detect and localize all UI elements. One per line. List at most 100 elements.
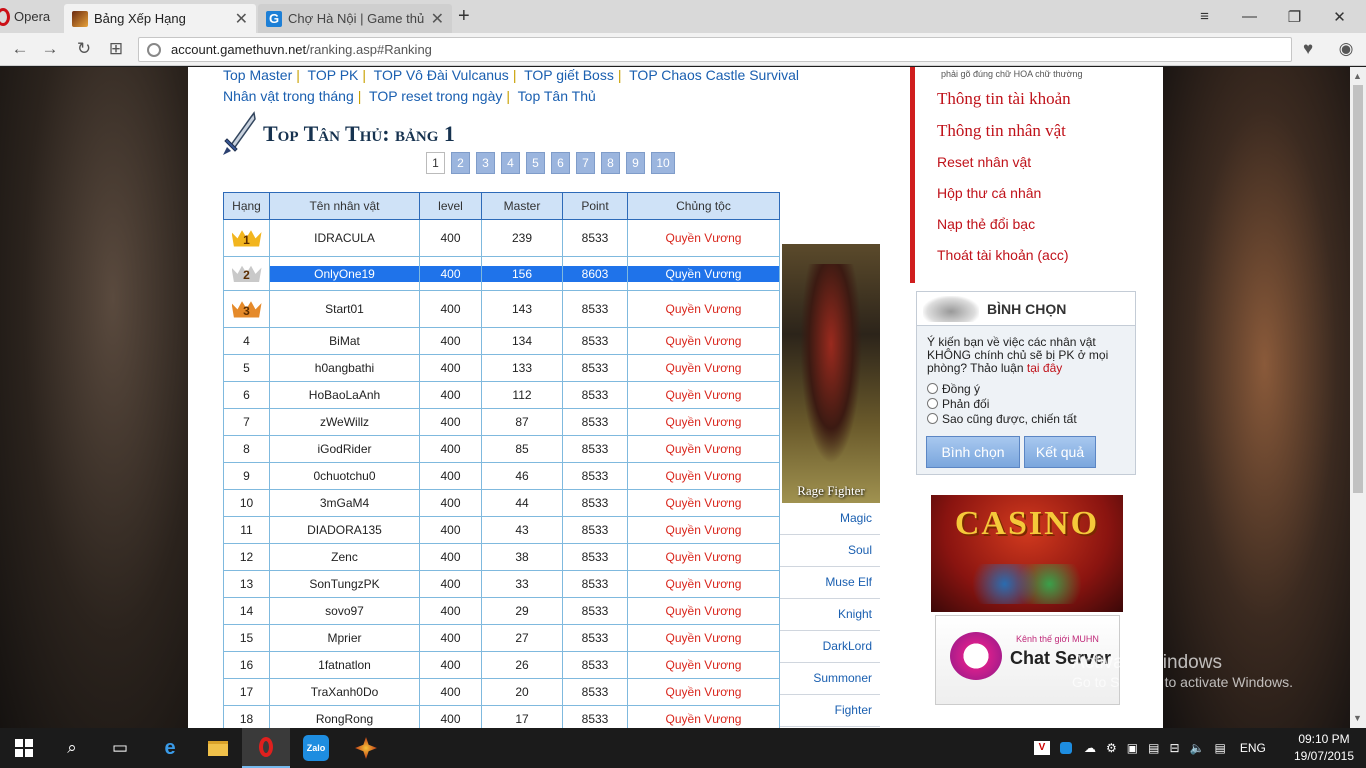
poll-discussion-link[interactable]: tại đây <box>1027 361 1062 375</box>
page-6-button[interactable]: 6 <box>551 152 570 174</box>
network-icon[interactable]: ▤ <box>1148 741 1159 755</box>
radio-button[interactable] <box>927 383 938 394</box>
menu-character-info[interactable]: Thông tin nhân vật <box>915 115 1135 147</box>
menu-reset-character[interactable]: Reset nhân vật <box>915 147 1135 178</box>
close-window-icon[interactable]: ✕ <box>1317 0 1362 33</box>
file-explorer-icon[interactable] <box>194 728 242 768</box>
menu-inbox[interactable]: Hộp thư cá nhân <box>915 178 1135 209</box>
tray-zalo-icon[interactable] <box>1060 742 1072 754</box>
class-link-muse-elf[interactable]: Muse Elf <box>780 567 880 599</box>
address-bar[interactable]: account.gamethuvn.net/ranking.asp#Rankin… <box>138 37 1292 62</box>
poll-option-whatever[interactable]: Sao cũng được, chiến tất <box>917 411 1135 426</box>
page-8-button[interactable]: 8 <box>601 152 620 174</box>
menu-topup[interactable]: Nạp thẻ đổi bạc <box>915 209 1135 240</box>
gear-icon[interactable]: ⚙ <box>1106 741 1117 755</box>
close-tab-icon[interactable]: ✕ <box>235 9 248 29</box>
table-row[interactable]: 16 1fatnatlon 400 26 8533 Quyền Vương <box>223 651 780 679</box>
restore-icon[interactable]: ❐ <box>1272 0 1317 33</box>
table-row[interactable]: 17 TraXanh0Do 400 20 8533 Quyền Vương <box>223 678 780 706</box>
table-row[interactable]: 14 sovo97 400 29 8533 Quyền Vương <box>223 597 780 625</box>
opera-menu-button[interactable]: Opera <box>0 0 62 33</box>
radio-button[interactable] <box>927 398 938 409</box>
class-link-knight[interactable]: Knight <box>780 599 880 631</box>
link-top-reset-ngay[interactable]: TOP reset trong ngày <box>369 88 502 104</box>
tray-app-icon[interactable]: V <box>1034 741 1050 755</box>
class-link-magic[interactable]: Magic <box>780 503 880 535</box>
reload-icon[interactable]: ↻ <box>72 38 96 60</box>
close-tab-icon[interactable]: ✕ <box>431 9 444 29</box>
task-view-icon[interactable]: ▭ <box>96 728 144 768</box>
table-row[interactable]: 13 SonTungzPK 400 33 8533 Quyền Vương <box>223 570 780 598</box>
new-tab-icon[interactable]: + <box>458 5 470 28</box>
class-link-soul[interactable]: Soul <box>780 535 880 567</box>
game-launcher-icon[interactable] <box>342 728 390 768</box>
menu-logout[interactable]: Thoát tài khoản (acc) <box>915 240 1135 271</box>
opera-taskbar-icon[interactable] <box>242 728 290 768</box>
scroll-down-icon[interactable]: ▼ <box>1353 713 1362 723</box>
table-row[interactable]: 18 RongRong 400 17 8533 Quyền Vương <box>223 705 780 728</box>
table-row[interactable]: 6 HoBaoLaAnh 400 112 8533 Quyền Vương <box>223 381 780 409</box>
link-top-pk[interactable]: TOP PK <box>308 67 359 83</box>
search-icon[interactable]: ⌕ <box>48 728 96 768</box>
page-9-button[interactable]: 9 <box>626 152 645 174</box>
vote-button[interactable]: Bình chọn <box>926 436 1020 468</box>
page-4-button[interactable]: 4 <box>501 152 520 174</box>
class-link-darklord[interactable]: DarkLord <box>780 631 880 663</box>
table-row[interactable]: 8 iGodRider 400 85 8533 Quyền Vương <box>223 435 780 463</box>
table-row[interactable]: 1 IDRACULA 400 239 8533 Quyền Vương <box>223 219 780 257</box>
link-top-tan-thu[interactable]: Top Tân Thủ <box>518 88 596 104</box>
class-link-fighter[interactable]: Fighter <box>780 695 880 727</box>
table-row[interactable]: 7 zWeWillz 400 87 8533 Quyền Vương <box>223 408 780 436</box>
page-5-button[interactable]: 5 <box>526 152 545 174</box>
notification-icon[interactable]: ▤ <box>1214 741 1225 755</box>
table-row[interactable]: 11 DIADORA135 400 43 8533 Quyền Vương <box>223 516 780 544</box>
poll-option-disagree[interactable]: Phản đối <box>917 396 1135 411</box>
forward-icon[interactable]: → <box>38 38 62 60</box>
link-top-giet-boss[interactable]: TOP giết Boss <box>524 67 614 83</box>
back-icon[interactable]: ← <box>8 38 32 60</box>
table-row[interactable]: 12 Zenc 400 38 8533 Quyền Vương <box>223 543 780 571</box>
minimize-icon[interactable]: — <box>1227 0 1272 33</box>
table-row[interactable]: 2 OnlyOne19 400 156 8603 Quyền Vương <box>223 256 780 291</box>
link-nhan-vat-trong-thang[interactable]: Nhân vật trong tháng <box>223 88 354 104</box>
page-10-button[interactable]: 10 <box>651 152 675 174</box>
page-1-button[interactable]: 1 <box>426 152 445 174</box>
scrollbar-thumb[interactable] <box>1353 85 1363 493</box>
cloud-icon[interactable]: ☁ <box>1084 741 1096 755</box>
zalo-icon[interactable]: Zalo <box>292 728 340 768</box>
table-row[interactable]: 5 h0angbathi 400 133 8533 Quyền Vương <box>223 354 780 382</box>
link-top-master[interactable]: Top Master <box>223 67 292 83</box>
link-top-vo-dai[interactable]: TOP Vô Đài Vulcanus <box>374 67 509 83</box>
device-icon[interactable]: ▣ <box>1127 741 1138 755</box>
page-3-button[interactable]: 3 <box>476 152 495 174</box>
clock[interactable]: 09:10 PM 19/07/2015 <box>1288 731 1360 765</box>
page-7-button[interactable]: 7 <box>576 152 595 174</box>
table-row[interactable]: 9 0chuotchu0 400 46 8533 Quyền Vương <box>223 462 780 490</box>
account-icon[interactable]: ◉ <box>1334 38 1358 60</box>
casino-banner[interactable]: CASINO <box>931 495 1123 612</box>
battery-icon[interactable]: ⊟ <box>1169 741 1179 755</box>
page-scrollbar[interactable]: ▲ ▼ <box>1350 67 1366 728</box>
tab-cho-ha-noi[interactable]: G Chợ Hà Nội | Game thủ Vi ✕ <box>258 4 452 33</box>
menu-account-info[interactable]: Thông tin tài khoản <box>915 83 1135 115</box>
table-row[interactable]: 4 BiMat 400 134 8533 Quyền Vương <box>223 327 780 355</box>
radio-button[interactable] <box>927 413 938 424</box>
language-indicator[interactable]: ENG <box>1240 741 1266 755</box>
tab-ranking[interactable]: Bảng Xếp Hạng ✕ <box>64 4 256 33</box>
rank-cell: 13 <box>223 570 270 598</box>
edge-icon[interactable]: e <box>146 728 194 768</box>
link-top-chaos-castle[interactable]: TOP Chaos Castle Survival <box>629 67 799 83</box>
heart-bookmark-icon[interactable]: ♥ <box>1296 38 1320 60</box>
tab-menu-icon[interactable]: ≡ <box>1182 0 1227 33</box>
table-row[interactable]: 15 Mprier 400 27 8533 Quyền Vương <box>223 624 780 652</box>
table-row[interactable]: 3 Start01 400 143 8533 Quyền Vương <box>223 290 780 328</box>
windows-start-icon[interactable] <box>0 728 48 768</box>
class-link-summoner[interactable]: Summoner <box>780 663 880 695</box>
volume-icon[interactable]: 🔈 <box>1190 741 1205 755</box>
poll-option-agree[interactable]: Đồng ý <box>917 381 1135 396</box>
result-button[interactable]: Kết quả <box>1024 436 1096 468</box>
speed-dial-grid-icon[interactable]: ⊞ <box>104 38 128 60</box>
scroll-up-icon[interactable]: ▲ <box>1353 71 1362 81</box>
page-2-button[interactable]: 2 <box>451 152 470 174</box>
table-row[interactable]: 10 3mGaM4 400 44 8533 Quyền Vương <box>223 489 780 517</box>
